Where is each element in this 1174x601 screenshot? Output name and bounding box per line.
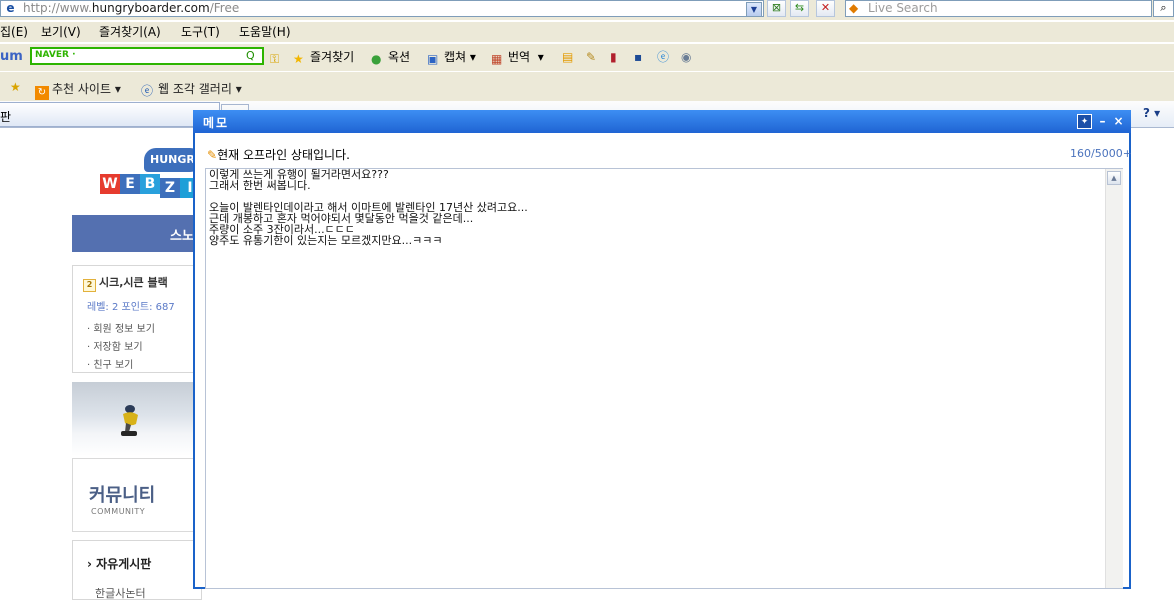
- friends-label: 친구 보기: [93, 360, 134, 371]
- user-name-label: 시크,시큰 블랙: [99, 276, 168, 289]
- menu-favorites[interactable]: 즐겨찾기(A): [99, 25, 161, 39]
- ie-page-icon: e: [6, 1, 15, 15]
- menu-view[interactable]: 보기(V): [41, 25, 81, 39]
- user-level-icon: 2: [83, 279, 96, 292]
- url-host: hungryboarder.com: [91, 1, 210, 15]
- member-info-link[interactable]: · 회원 정보 보기: [87, 320, 155, 335]
- twitter-icon[interactable]: ⓔ: [657, 50, 669, 64]
- refresh-icon[interactable]: ⇆: [790, 0, 809, 17]
- storage-link[interactable]: · 저장함 보기: [87, 338, 143, 353]
- web-slice-label: 웹 조각 갤러리: [158, 82, 232, 96]
- user-info-box: 2 시크,시큰 블랙 레벨: 2 포인트: 687 · 회원 정보 보기 · 저장…: [72, 265, 202, 373]
- broom-icon[interactable]: ✎: [586, 50, 596, 64]
- key-icon[interactable]: ⚿: [270, 50, 287, 66]
- tab-current[interactable]: 판: [0, 102, 220, 127]
- memo-status: ✎현재 오프라인 상태입니다.: [207, 146, 350, 163]
- toolbar-capture-label: 캡쳐: [444, 50, 467, 64]
- naver-search-input[interactable]: NAVER · Q: [30, 47, 264, 65]
- logo-letter: Z: [160, 178, 180, 198]
- close-icon[interactable]: ×: [1111, 114, 1126, 129]
- save-icon[interactable]: ▪: [634, 50, 642, 64]
- site-nav-label: 스노: [170, 229, 194, 244]
- logo-letter: B: [140, 174, 160, 194]
- logo-letter: W: [100, 174, 120, 194]
- naver-label: NAVER ·: [35, 50, 76, 60]
- toolbar-favorites[interactable]: ★ 즐겨찾기: [293, 50, 354, 66]
- board-submenu-item[interactable]: 한글사논터: [95, 585, 146, 601]
- tab-current-label: 판: [0, 110, 12, 124]
- menu-help[interactable]: 도움말(H): [239, 25, 291, 39]
- address-url[interactable]: http://www.hungryboarder.com/Free: [23, 1, 239, 17]
- address-dropdown-icon[interactable]: ▼: [746, 2, 762, 17]
- user-name[interactable]: 2 시크,시큰 블랙: [83, 274, 168, 292]
- snowboarder-figure: [121, 405, 138, 436]
- menu-edit[interactable]: 집(E): [0, 25, 28, 39]
- memo-status-label: 현재 오프라인 상태입니다.: [217, 148, 350, 162]
- live-search-logo-icon: ◆: [849, 1, 859, 15]
- logo-letter: E: [120, 174, 140, 194]
- friends-link[interactable]: · 친구 보기: [87, 356, 133, 371]
- url-prefix: http://www.: [23, 1, 92, 15]
- naver-search-icon[interactable]: Q: [246, 49, 255, 62]
- storage-label: 저장함 보기: [93, 342, 143, 353]
- user-points: 레벨: 2 포인트: 687: [87, 302, 175, 313]
- pencil-icon: ✎: [207, 148, 218, 162]
- free-board-link[interactable]: › 자유게시판: [87, 555, 151, 572]
- site-nav-band[interactable]: 스노: [72, 215, 202, 252]
- memo-text-area[interactable]: 이렇게 쓰는게 유행이 될거라면서요??? 그래서 한번 써봅니다. 오늘이 발…: [205, 168, 1123, 589]
- compat-view-icon[interactable]: ⊠: [767, 0, 786, 17]
- web-slice-icon: ⓔ: [141, 84, 154, 98]
- live-search-field[interactable]: ◆ Live Search: [845, 0, 1152, 17]
- recommended-sites-label: 추천 사이트: [52, 82, 112, 96]
- stop-icon[interactable]: ✕: [816, 0, 835, 17]
- memo-char-counter: 160/5000+: [1070, 147, 1132, 160]
- capture-icon: ▣: [427, 52, 439, 66]
- menu-tools[interactable]: 도구(T): [181, 25, 220, 39]
- addon-toolbar: um NAVER · Q ⚿ ★ 즐겨찾기 ● 옥션 ▣ 캡쳐 ▾ ▦ 번역 ▾ ▤ ✎…: [0, 43, 1174, 71]
- toolbar-auction[interactable]: ● 옥션: [371, 50, 410, 66]
- community-title: 커뮤니티: [89, 485, 156, 506]
- recommended-sites[interactable]: ↻ 추천 사이트 ▾: [35, 80, 121, 100]
- toolbar-favorites-label: 즐겨찾기: [310, 50, 355, 64]
- toolbar-translate[interactable]: ▦ 번역 ▾: [491, 50, 544, 66]
- book-icon[interactable]: ▮: [610, 50, 617, 64]
- memo-scrollbar[interactable]: ▲: [1105, 169, 1123, 588]
- address-field[interactable]: e http://www.hungryboarder.com/Free ▼: [0, 0, 764, 17]
- star-icon: ★: [293, 52, 304, 66]
- url-path: /Free: [209, 1, 240, 15]
- add-favorites-icon[interactable]: ★: [10, 80, 21, 94]
- memo-titlebar[interactable]: 메모 ✦ – ×: [193, 110, 1131, 133]
- links-bar: ★ ↻ 추천 사이트 ▾ ⓔ 웹 조각 갤러리 ▾: [0, 71, 1174, 101]
- menu-bar: 집(E) 보기(V) 즐겨찾기(A) 도구(T) 도움말(H): [0, 22, 1174, 42]
- toolbar-translate-label: 번역: [508, 50, 531, 64]
- pin-icon[interactable]: ✦: [1077, 114, 1092, 129]
- search-icon[interactable]: ⌕: [1153, 0, 1174, 17]
- free-board-label: 자유게시판: [96, 557, 152, 571]
- community-banner[interactable]: 커뮤니티 COMMUNITY: [72, 458, 202, 532]
- address-row: e http://www.hungryboarder.com/Free ▼ ⊠ …: [0, 0, 1174, 20]
- daum-logo[interactable]: um: [0, 49, 23, 64]
- toolbar-auction-label: 옥션: [388, 50, 411, 64]
- memo-tool-icon[interactable]: ▤: [562, 50, 573, 64]
- scroll-up-icon[interactable]: ▲: [1107, 171, 1121, 185]
- recommended-sites-icon: ↻: [35, 86, 49, 100]
- toolbar-capture[interactable]: ▣ 캡쳐 ▾: [427, 50, 476, 66]
- memo-title: 메모: [203, 116, 230, 130]
- more-icon[interactable]: ◉: [681, 50, 691, 64]
- hungry-webzine-logo[interactable]: HUNGRY W E B Z I: [100, 148, 202, 204]
- auction-icon: ●: [371, 52, 382, 66]
- minimize-icon[interactable]: –: [1095, 114, 1110, 129]
- snowboard-photo[interactable]: [72, 382, 202, 456]
- board-menu-box: › 자유게시판 한글사논터: [72, 540, 202, 600]
- help-icon[interactable]: ? ▾: [1143, 106, 1160, 120]
- web-slice-gallery[interactable]: ⓔ 웹 조각 갤러리 ▾: [141, 80, 242, 98]
- memo-body-text[interactable]: 이렇게 쓰는게 유행이 될거라면서요??? 그래서 한번 써봅니다. 오늘이 발…: [209, 169, 1099, 246]
- member-info-label: 회원 정보 보기: [93, 324, 155, 335]
- search-placeholder: Live Search: [868, 1, 938, 15]
- translate-icon: ▦: [491, 52, 503, 66]
- community-subtitle: COMMUNITY: [91, 507, 146, 516]
